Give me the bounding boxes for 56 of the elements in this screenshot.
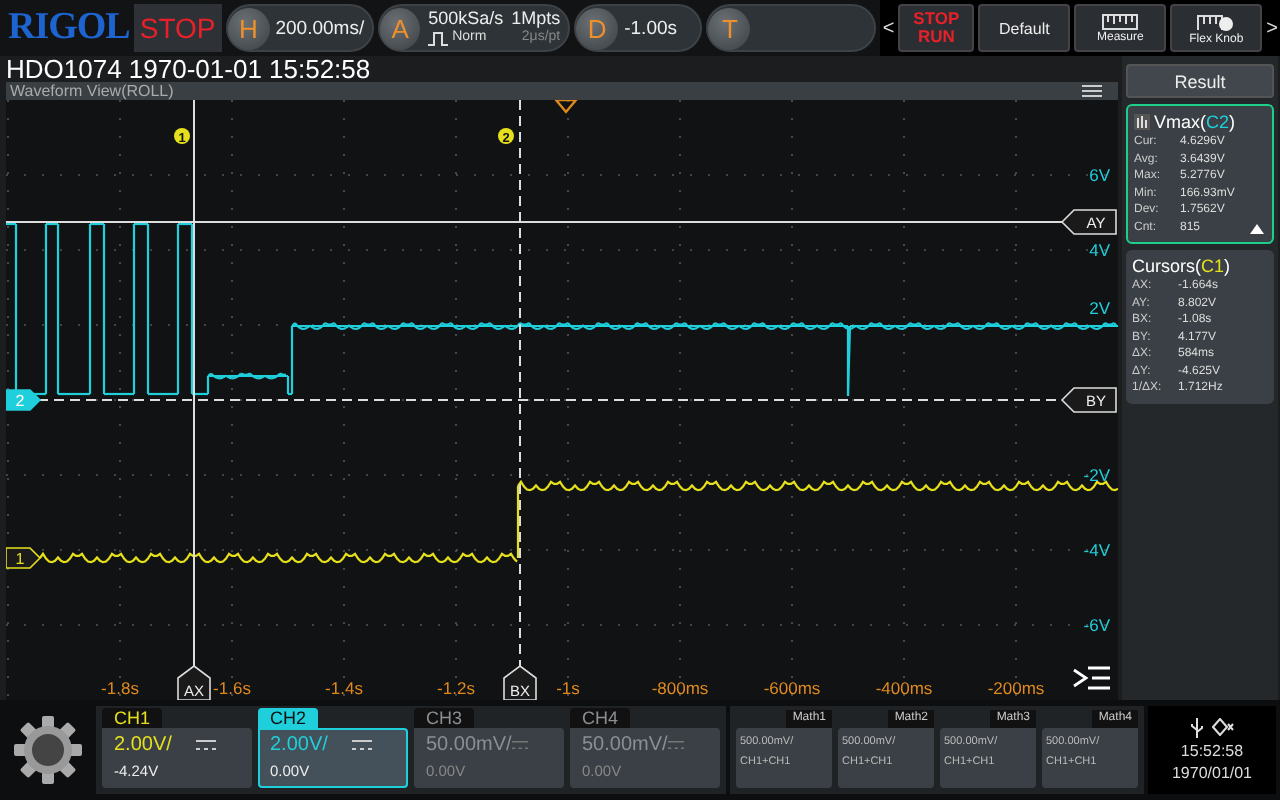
time-tick-label: -600ms	[763, 678, 821, 698]
time-tick-label: -400ms	[875, 678, 933, 698]
chart-icon	[1134, 114, 1150, 130]
time-tick-label: -1.2s	[437, 678, 475, 698]
logo: RIGOL	[8, 6, 130, 50]
voltage-tick-label: 4V	[1089, 240, 1110, 260]
dc-coupling-icon	[196, 740, 216, 750]
channel-tab[interactable]: CH2	[258, 708, 319, 728]
clock-time: 15:52:58	[1180, 742, 1244, 760]
dc-coupling-icon	[511, 740, 528, 750]
voltage-tick-label: -4V	[1083, 540, 1110, 560]
channel-marker[interactable]: 1	[6, 547, 42, 569]
delay-value: -1.00s	[624, 17, 678, 39]
timebase: 200.00ms/	[275, 17, 365, 39]
voltage-tick-label: -6V	[1083, 615, 1110, 635]
menu-icon[interactable]	[1082, 84, 1102, 98]
expand-icon[interactable]	[1250, 224, 1264, 234]
dc-coupling-icon	[667, 740, 684, 750]
channel-tab[interactable]: CH3	[414, 708, 475, 728]
time-tick-label: -1.8s	[101, 678, 139, 698]
scroll-arrow[interactable]: >	[1266, 17, 1278, 39]
scroll-arrow[interactable]: <	[882, 17, 895, 39]
collapse-icon[interactable]	[1073, 666, 1112, 690]
cursor-line[interactable]	[519, 100, 521, 671]
time-tick-label: -800ms	[651, 678, 709, 698]
default-button[interactable]: Default	[978, 4, 1071, 52]
usb-icon	[1190, 718, 1204, 738]
channel-scale: 2.00V/	[270, 734, 328, 756]
run-state: STOP	[133, 4, 222, 52]
clock-date: 1970/01/01	[1171, 764, 1253, 782]
time-tick-label: -200ms	[987, 678, 1045, 698]
view-label: Waveform View(ROLL)	[10, 82, 174, 100]
voltage-tick-label: 2V	[1089, 298, 1110, 318]
channel-tab[interactable]: CH4	[570, 708, 631, 728]
trigger-marker-icon	[553, 100, 579, 114]
pulse-icon	[428, 31, 449, 45]
channel-tab[interactable]: CH1	[102, 708, 163, 728]
delay-pill[interactable]: D -1.00s	[574, 4, 703, 52]
time-tick-label: -1.6s	[213, 678, 251, 698]
voltage-tick-label: -2V	[1083, 465, 1110, 485]
channel-scale: 50.00mV/	[582, 734, 668, 756]
gear-icon[interactable]	[12, 714, 84, 786]
ruler-icon	[1102, 13, 1139, 29]
measurement-title: Vmax(C2)	[1154, 112, 1236, 132]
sample-rate: 500kSa/s	[428, 8, 504, 28]
dc-coupling-icon	[352, 740, 372, 750]
knob-icon	[1196, 11, 1237, 31]
result-button[interactable]: Result	[1126, 64, 1274, 98]
cursor-title: Cursors(C1)	[1132, 256, 1231, 276]
voltage-tick-label: 6V	[1089, 165, 1110, 185]
time-tick-label: -1s	[556, 678, 580, 698]
time-tick-label: -1.4s	[325, 678, 363, 698]
memory-depth: 1Mpts	[511, 8, 561, 28]
horizontal-pill[interactable]: H 200.00ms/	[225, 4, 375, 52]
channel-scale: 50.00mV/	[426, 734, 512, 756]
channel-scale: 2.00V/	[114, 734, 172, 756]
